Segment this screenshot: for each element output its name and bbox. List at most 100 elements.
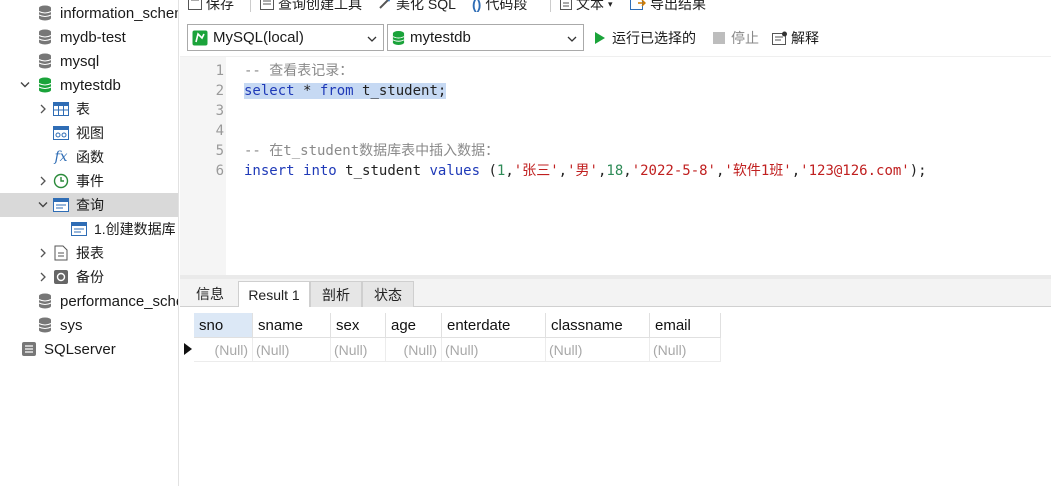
text-menu-button[interactable]: 文本 ▾: [560, 0, 613, 14]
explain-button[interactable]: 解释: [772, 28, 819, 48]
database-icon: [36, 52, 54, 70]
export-icon: [630, 0, 646, 13]
code-line-5: -- 在t_student数据库表中插入数据：: [244, 143, 500, 159]
sidebar-item-label: 报表: [76, 245, 104, 261]
sqlserver-connection-icon: [20, 340, 38, 358]
table-cell[interactable]: (Null): [546, 338, 650, 362]
play-icon: [594, 31, 606, 45]
chevron-right-icon[interactable]: [36, 97, 50, 121]
stop-button[interactable]: 停止: [713, 28, 759, 48]
sidebar-item-label: 1.创建数据库: [94, 221, 176, 237]
sidebar-item-mytestdb[interactable]: mytestdb: [0, 73, 178, 97]
sidebar-item-backups[interactable]: 备份: [0, 265, 178, 289]
line-number: 1: [215, 63, 224, 79]
tab-profile[interactable]: 剖析: [310, 281, 362, 307]
sidebar-item-reports[interactable]: 报表: [0, 241, 178, 265]
line-number: 4: [215, 123, 224, 139]
result-grid[interactable]: sno sname sex age enterdate classname em…: [180, 307, 1051, 486]
event-clock-icon: [52, 172, 70, 190]
table-cell[interactable]: (Null): [331, 338, 386, 362]
sidebar-item-information-schema[interactable]: information_schema: [0, 1, 178, 25]
sidebar-item-mydb-test[interactable]: mydb-test: [0, 25, 178, 49]
sidebar-item-events[interactable]: 事件: [0, 169, 178, 193]
line-number-gutter: 1 2 3 4 5 6: [180, 57, 226, 276]
explain-icon: [772, 31, 788, 45]
table-cell[interactable]: (Null): [194, 338, 253, 362]
database-icon: [36, 4, 54, 22]
save-icon: [188, 0, 202, 13]
database-icon: [36, 292, 54, 310]
table-cell[interactable]: (Null): [253, 338, 331, 362]
column-header-classname[interactable]: classname: [546, 313, 650, 338]
database-select[interactable]: mytestdb: [387, 24, 584, 51]
current-row-indicator-icon: [184, 343, 192, 355]
chevron-down-icon: [567, 31, 577, 42]
sidebar-item-label: mytestdb: [60, 76, 121, 94]
code-snippet-icon: (): [472, 0, 482, 12]
view-icon: [52, 124, 70, 142]
toolbar-divider: [250, 0, 251, 12]
sidebar-item-label: 事件: [76, 173, 104, 189]
chevron-down-icon[interactable]: [18, 73, 32, 97]
stop-icon: [713, 32, 725, 44]
sidebar-item-label: 表: [76, 101, 90, 117]
run-selected-button[interactable]: 运行已选择的: [594, 28, 696, 48]
connection-value: MySQL(local): [213, 29, 304, 46]
query-toolbar: 保存 查询创建工具 美化 SQL () 代码段 文本 ▾ 导出结果 MySQL(…: [180, 0, 1051, 56]
query-builder-button[interactable]: 查询创建工具: [260, 0, 362, 14]
sidebar-item-performance-schema[interactable]: performance_schema: [0, 289, 178, 313]
connection-select[interactable]: MySQL(local): [187, 24, 384, 51]
report-icon: [52, 244, 70, 262]
chevron-down-icon[interactable]: [36, 193, 50, 217]
tab-result-1[interactable]: Result 1: [238, 281, 310, 308]
chevron-right-icon[interactable]: [36, 265, 50, 289]
sidebar-item-views[interactable]: 视图: [0, 121, 178, 145]
sidebar-item-functions[interactable]: fx 函数: [0, 145, 178, 169]
sidebar-item-label: performance_schema: [60, 292, 178, 310]
backup-icon: [52, 268, 70, 286]
sidebar-item-tables[interactable]: 表: [0, 97, 178, 121]
sidebar-item-label: mysql: [60, 52, 100, 70]
save-button[interactable]: 保存: [188, 0, 234, 14]
database-icon: [36, 28, 54, 46]
code-snippet-button[interactable]: () 代码段: [472, 0, 527, 14]
code-line-1: -- 查看表记录：: [244, 63, 354, 79]
sidebar-item-mysql[interactable]: mysql: [0, 49, 178, 73]
line-number: 2: [215, 83, 224, 99]
line-number: 6: [215, 163, 224, 179]
sidebar-item-label: 视图: [76, 125, 104, 141]
sidebar-item-sys[interactable]: sys: [0, 313, 178, 337]
sql-editor[interactable]: 1 2 3 4 5 6 -- 查看表记录： select * from t_st…: [180, 56, 1051, 276]
database-icon: [36, 316, 54, 334]
chevron-right-icon[interactable]: [36, 241, 50, 265]
export-result-button[interactable]: 导出结果: [630, 0, 706, 14]
line-number: 5: [215, 143, 224, 159]
magic-wand-icon: [378, 0, 392, 13]
column-header-enterdate[interactable]: enterdate: [442, 313, 546, 338]
table-cell[interactable]: (Null): [442, 338, 546, 362]
tab-status[interactable]: 状态: [362, 281, 414, 307]
sidebar-item-label: 备份: [76, 269, 104, 285]
beautify-sql-button[interactable]: 美化 SQL: [378, 0, 456, 14]
toolbar-divider: [550, 0, 551, 12]
column-header-sex[interactable]: sex: [331, 313, 386, 338]
sidebar-item-label: SQLserver: [44, 340, 116, 358]
column-header-sname[interactable]: sname: [253, 313, 331, 338]
sidebar-item-label: information_schema: [60, 4, 178, 22]
table-cell[interactable]: (Null): [386, 338, 442, 362]
tab-info[interactable]: 信息: [182, 281, 238, 307]
code-line-2: select * from t_student;: [244, 83, 447, 99]
column-header-sno[interactable]: sno: [194, 313, 253, 338]
sidebar-item-label: 函数: [76, 149, 104, 165]
sidebar-item-query-file[interactable]: 1.创建数据库: [0, 217, 178, 241]
database-value: mytestdb: [410, 29, 471, 46]
query-builder-icon: [260, 0, 274, 13]
sidebar-item-queries[interactable]: 查询: [0, 193, 178, 217]
column-header-email[interactable]: email: [650, 313, 721, 338]
column-header-age[interactable]: age: [386, 313, 442, 338]
sidebar-item-label: 查询: [76, 197, 104, 213]
code-line-6: insert into t_student values (1,'张三','男'…: [244, 163, 927, 179]
sidebar-item-sqlserver[interactable]: SQLserver: [0, 337, 178, 361]
chevron-right-icon[interactable]: [36, 169, 50, 193]
table-cell[interactable]: (Null): [650, 338, 721, 362]
